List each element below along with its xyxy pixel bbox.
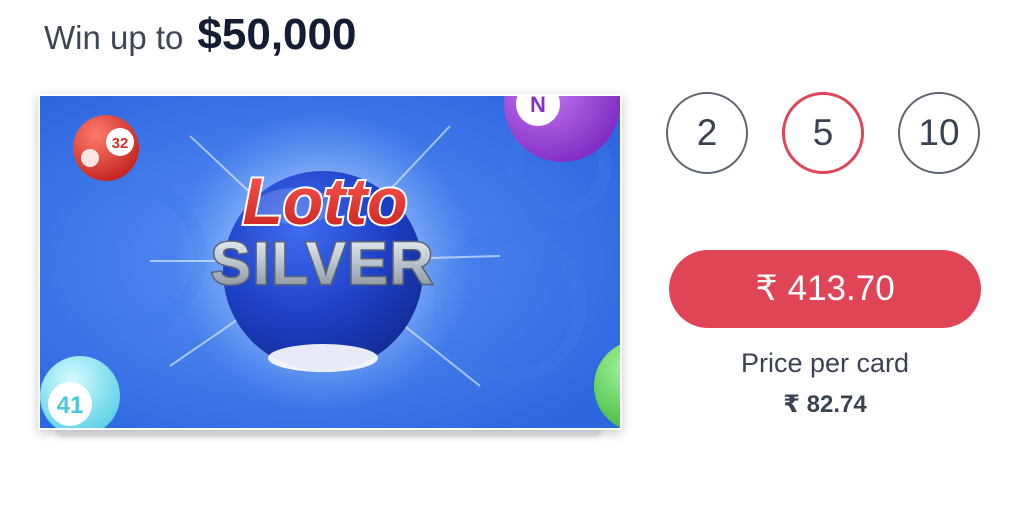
price-per-card-value: ₹ 82.74 — [783, 391, 867, 418]
buy-price-button[interactable]: ₹ 413.70 — [669, 250, 981, 328]
card-quantity-selector: 2 5 10 — [666, 92, 984, 178]
ball-red-number: 32 — [112, 135, 129, 152]
win-headline: Win up to $50,000 — [44, 10, 356, 60]
quantity-option-2[interactable]: 2 — [666, 92, 748, 174]
quantity-option-10[interactable]: 10 — [898, 92, 980, 174]
win-amount: $50,000 — [197, 10, 357, 59]
win-label: Win up to — [44, 19, 184, 56]
card-title-silver: SILVER — [211, 230, 435, 297]
lotto-silver-artwork: Lotto SILVER 32 N 41 — [40, 96, 620, 428]
ball-red-32: 32 — [73, 115, 139, 181]
currency-symbol: ₹ — [755, 269, 778, 308]
lottery-card[interactable]: Lotto SILVER 32 N 41 — [38, 94, 622, 430]
ball-cyan-number: 41 — [57, 392, 84, 419]
price-per-card-label: Price per card — [740, 348, 910, 378]
ball-purple-number: N — [530, 96, 546, 117]
quantity-option-5[interactable]: 5 — [782, 92, 864, 174]
lottery-card-stack[interactable]: Lotto SILVER 32 N 41 — [38, 94, 622, 444]
total-price: 413.70 — [787, 269, 895, 308]
card-title-lotto: Lotto — [243, 164, 408, 238]
